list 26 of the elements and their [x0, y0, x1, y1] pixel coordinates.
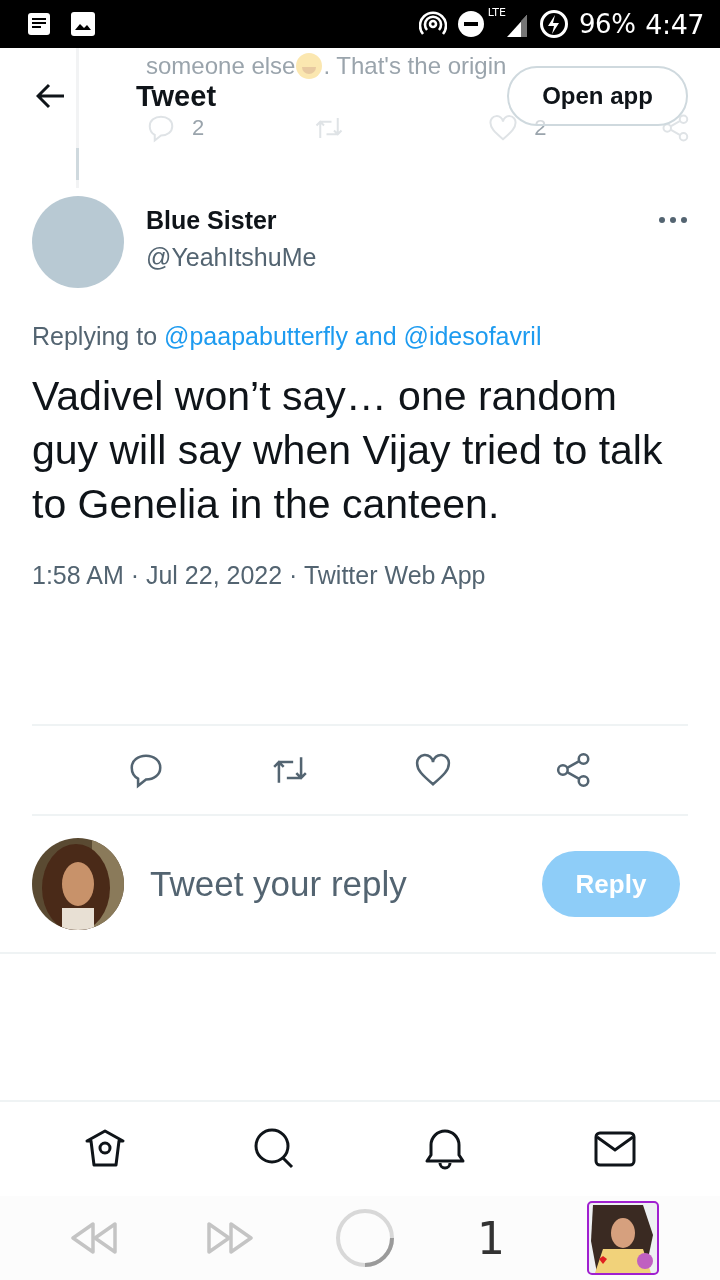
reply-icon: [146, 113, 176, 143]
author-handle[interactable]: @YeahItshuMe: [146, 243, 317, 272]
tab-count[interactable]: 1: [477, 1212, 505, 1264]
laughing-emoji-icon: [295, 52, 324, 80]
notifications-bell-icon[interactable]: [423, 1127, 467, 1171]
reply-count: 2: [192, 115, 205, 141]
notes-icon: [26, 11, 52, 37]
page-title: Tweet: [136, 79, 217, 113]
image-icon: [70, 11, 96, 37]
replying-to-label: Replying to: [32, 322, 158, 351]
author-name[interactable]: Blue Sister: [146, 206, 317, 235]
loading-spinner-icon: [335, 1208, 395, 1268]
share-icon: [661, 113, 691, 143]
previous-tweet-text: someone else: [146, 52, 296, 80]
previous-tweet-text: . That's the origin: [323, 52, 507, 80]
battery-level: 96%: [579, 9, 636, 39]
back-arrow-icon[interactable]: [36, 83, 66, 109]
more-options-icon[interactable]: [658, 216, 688, 224]
heart-icon: [488, 113, 519, 143]
tweet-text: Vadivel won’t say… one random guy will say when Vijay tried to talk to Genelia in the canteen.: [32, 372, 664, 529]
clock: 4:47: [645, 8, 704, 40]
battery-charging-icon: [539, 9, 570, 39]
tweet-timestamp: 1:58 AM · Jul 22, 2022 · Twitter Web App: [31, 561, 487, 590]
do-not-disturb-icon: [457, 10, 486, 38]
open-app-button[interactable]: Open app: [507, 66, 688, 126]
network-type: LTE: [487, 6, 506, 19]
